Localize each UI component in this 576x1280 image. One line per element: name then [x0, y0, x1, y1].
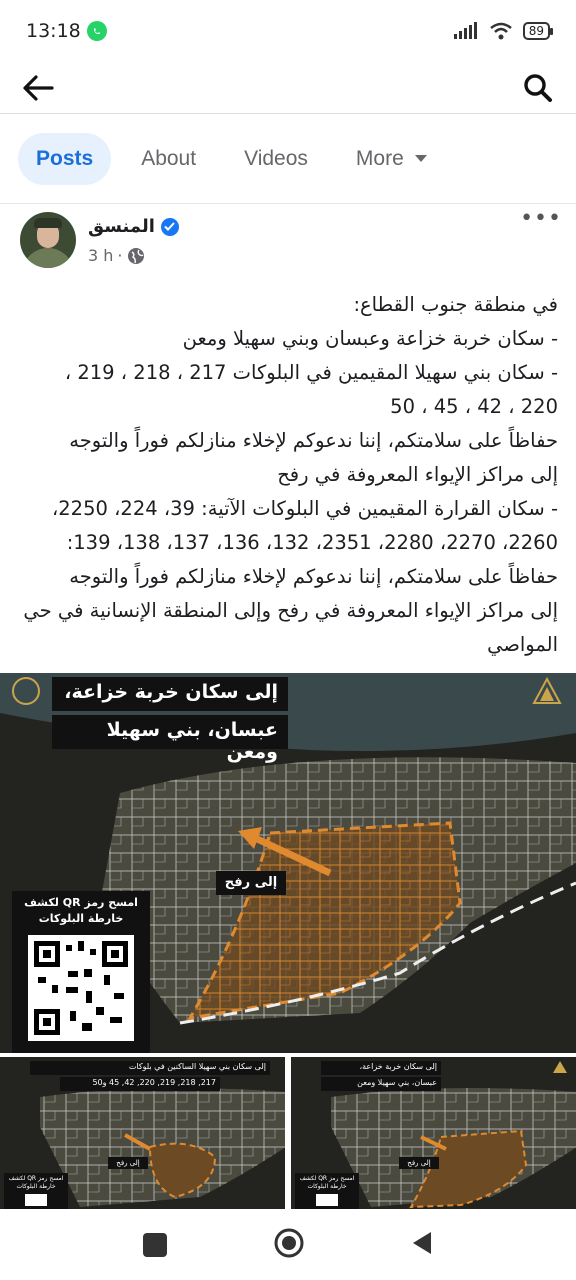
thumb-qr-code	[25, 1194, 47, 1206]
tab-videos[interactable]: Videos	[226, 133, 326, 185]
map-title-1: إلى سكان خربة خزاعة،	[52, 677, 288, 711]
idf-emblem-icon	[530, 676, 564, 707]
whatsapp-icon	[86, 21, 107, 41]
verified-badge-icon	[160, 217, 179, 236]
battery-indicator: 89	[522, 22, 554, 40]
post-line: 220 ، 42 ، 45 ، 50	[390, 395, 558, 418]
caret-down-icon	[414, 154, 427, 162]
status-bar: 13:18 89	[0, 0, 576, 62]
arrow-label: إلى رفح	[216, 871, 286, 895]
back-nav-button[interactable]	[411, 1230, 433, 1260]
thumb-arrow-label: إلى رفح	[108, 1157, 148, 1169]
post-line: إلى مراكز الإيواء المعروفة في رفح	[277, 463, 558, 486]
thumb-qr-caption: امسح رمز QR لكشف خارطة البلوكات	[8, 1175, 64, 1190]
thumb-title-1: إلى سكان بني سهيلا الساكنين في بلوكات	[30, 1061, 270, 1075]
back-button[interactable]	[20, 70, 56, 106]
thumb-qr-code	[316, 1194, 338, 1206]
search-icon	[524, 73, 552, 102]
qr-code-icon	[34, 941, 128, 1035]
post-line: - سكان القرارة المقيمين في البلوكات الآت…	[51, 497, 558, 520]
post-line: - سكان خربة خزاعة وعبسان وبني سهيلا ومعن	[182, 327, 558, 350]
qr-panel: امسح رمز QR لكشف خارطة البلوكات	[12, 891, 150, 1053]
status-time: 13:18	[26, 20, 81, 42]
author-name[interactable]: المنسق	[88, 216, 155, 237]
post-line: المواصي	[487, 633, 558, 656]
thumb-qr-caption: امسح رمز QR لكشف خارطة البلوكات	[299, 1175, 355, 1190]
qr-code[interactable]	[28, 935, 134, 1041]
triangle-back-icon	[413, 1231, 431, 1254]
thumb-title-2: 217, 218, 219, 220, 42, 45 و50	[60, 1077, 220, 1091]
post-image-thumb-left[interactable]: إلى سكان بني سهيلا الساكنين في بلوكات 21…	[0, 1057, 285, 1209]
post-body: في منطقة جنوب القطاع: - سكان خربة خزاعة …	[0, 274, 576, 672]
post-line: في منطقة جنوب القطاع:	[353, 293, 558, 316]
post-line: حفاظاً على سلامتكم، إننا ندعوكم لإخلاء م…	[69, 565, 558, 588]
avatar[interactable]	[20, 212, 76, 268]
wifi-icon	[489, 22, 512, 40]
map-title-2: عبسان، بني سهيلا ومعن	[52, 715, 288, 763]
tab-about[interactable]: About	[123, 133, 214, 185]
post-line: - سكان بني سهيلا المقيمين في البلوكات 21…	[64, 361, 558, 384]
thumb-title-1: إلى سكان خربة خزاعة،	[321, 1061, 441, 1075]
tab-posts[interactable]: Posts	[18, 132, 112, 185]
thumb-title-2: عبسان، بني سهيلا ومعن	[321, 1077, 441, 1091]
signal-icon	[453, 22, 477, 39]
app-header	[0, 62, 576, 114]
search-button[interactable]	[520, 70, 556, 106]
recents-button[interactable]	[143, 1232, 167, 1257]
post-image-main[interactable]: إلى سكان خربة خزاعة، عبسان، بني سهيلا وم…	[0, 673, 576, 1053]
post-line: إلى مراكز الإيواء المعروفة في رفح وإلى ا…	[23, 599, 558, 622]
home-circle-icon	[274, 1228, 304, 1257]
tab-more[interactable]: More	[338, 133, 446, 185]
profile-tabs: Posts About Videos More	[0, 114, 576, 204]
post-line: 2260، 2270، 2280، 2351، 132، 136، 137، 1…	[66, 531, 558, 554]
qr-caption: امسح رمز QR لكشف خارطة البلوكات	[24, 896, 138, 925]
thumb-qr-panel: امسح رمز QR لكشف خارطة البلوكات	[4, 1173, 68, 1209]
post-options-icon[interactable]: •••	[520, 206, 562, 231]
thumb-qr-panel: امسح رمز QR لكشف خارطة البلوكات	[295, 1173, 359, 1209]
arrow-left-icon	[23, 74, 54, 101]
thumb-arrow-label: إلى رفح	[399, 1157, 439, 1169]
post-time[interactable]: 3 h	[88, 246, 113, 265]
post-line: حفاظاً على سلامتكم، إننا ندعوكم لإخلاء م…	[69, 429, 558, 452]
system-nav-bar	[0, 1209, 576, 1280]
map-emblem-left-icon	[12, 677, 40, 705]
home-button[interactable]	[273, 1227, 305, 1263]
thumb-emblem-icon	[552, 1059, 568, 1073]
post-image-thumbnails: إلى سكان بني سهيلا الساكنين في بلوكات 21…	[0, 1057, 576, 1209]
post-header: المنسق 3 h · •••	[0, 204, 576, 274]
post-image-thumb-right[interactable]: إلى سكان خربة خزاعة، عبسان، بني سهيلا وم…	[291, 1057, 576, 1209]
globe-icon	[127, 247, 144, 264]
